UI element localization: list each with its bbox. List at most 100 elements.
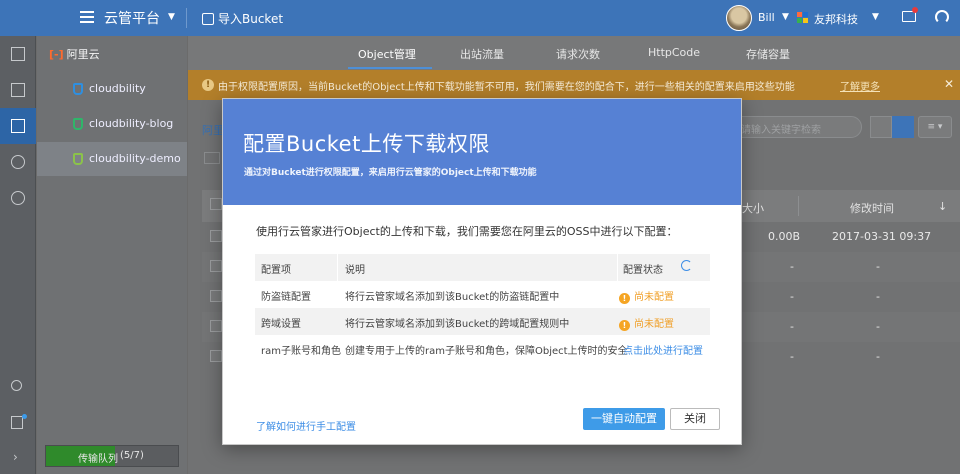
dialog-intro: 使用行云管家进行Object的上传和下载，我们需要您在阿里云的OSS中进行以下配… [256,225,678,238]
search-icon[interactable] [11,380,22,391]
aliyun-icon: [-] [49,48,64,61]
import-bucket-button[interactable]: 导入Bucket [202,10,283,27]
bucket-name: cloudbility-blog [89,117,174,130]
list-view-button[interactable] [892,116,914,138]
config-item-name: 跨域设置 [261,319,301,330]
warning-banner: ! 由于权限配置原因，当前Bucket的Object上传和下载功能暂不可用，我们… [188,70,960,100]
tab-object[interactable]: Object管理 [358,46,416,62]
icon-rail: › [0,36,36,474]
tab-requests[interactable]: 请求次数 [556,46,600,62]
config-status: ! 尚未配置 [619,288,674,304]
globe-icon [11,155,25,169]
row-checkbox[interactable] [210,260,222,272]
row-checkbox[interactable] [210,290,222,302]
cell-size: 0.00B [768,230,801,243]
sort-arrow-icon[interactable]: ↓ [938,200,947,213]
cell-modified: - [876,320,880,333]
rail-item-storage[interactable] [0,72,36,108]
new-folder-icon[interactable] [204,152,220,164]
chevron-down-icon[interactable]: ▼ [872,12,879,22]
cell-size: - [790,320,794,333]
config-item-desc: 创建专用于上传的ram子账号和角色，保障Object上传时的安全 [345,346,628,357]
cell-modified: - [876,290,880,303]
notification-badge [912,7,918,13]
provider-header[interactable]: [-] 阿里云 [49,46,100,62]
column-header-size[interactable]: 大小 [742,200,764,216]
dollar-icon [11,191,25,205]
queue-label: 传输队列 [78,454,118,465]
row-checkbox[interactable] [210,320,222,332]
notification-dot [22,414,27,419]
bucket-icon [73,153,83,165]
configure-ram-link[interactable]: 点击此处进行配置 [623,342,703,357]
bucket-name: cloudbility-demo [89,152,181,165]
config-item-desc: 将行云管家域名添加到该Bucket的跨域配置规则中 [345,319,570,330]
cell-modified: 2017-03-31 09:37 [832,230,932,243]
chevron-down-icon[interactable]: ▼ [168,12,175,22]
task-icon[interactable] [11,416,23,429]
rail-item-network[interactable] [0,144,36,180]
column-header-modified[interactable]: 修改时间 [850,200,894,216]
divider [186,8,187,28]
manual-config-link[interactable]: 了解如何进行手工配置 [256,418,356,433]
sort-button[interactable]: ≡ ▾ [918,116,952,138]
grid-view-button[interactable] [870,116,892,138]
cell-size: - [790,260,794,273]
close-icon[interactable]: ✕ [944,77,954,91]
tab-httpcode[interactable]: HttpCode [648,46,700,59]
column-separator [617,254,618,281]
menu-icon[interactable] [80,11,94,23]
config-row: ram子账号和角色 创建专用于上传的ram子账号和角色，保障Object上传时的… [255,335,710,362]
config-table-header: 配置项 说明 配置状态 [255,254,710,281]
cell-modified: - [876,260,880,273]
import-icon [202,13,214,25]
close-button[interactable]: 关闭 [670,408,720,430]
config-item-desc: 将行云管家域名添加到该Bucket的防盗链配置中 [345,292,560,303]
bucket-name: cloudbility [89,82,146,95]
rail-item-oss[interactable] [0,108,36,144]
warning-text: 由于权限配置原因，当前Bucket的Object上传和下载功能暂不可用，我们需要… [218,82,795,93]
bucket-item[interactable]: cloudbility-blog [37,107,187,141]
bucket-item-active[interactable]: cloudbility-demo [37,142,187,176]
breadcrumb[interactable]: 阿里 [202,122,224,138]
avatar[interactable] [726,5,752,31]
chevron-right-icon[interactable]: › [13,450,18,464]
app-title[interactable]: 云管平台 [104,8,160,28]
search-placeholder: 请输入关键字检索 [741,125,821,136]
dialog-header: 配置Bucket上传下载权限 通过对Bucket进行权限配置，来启用行云管家的O… [223,99,741,205]
tab-storage[interactable]: 存储容量 [746,46,790,62]
select-all-checkbox[interactable] [210,198,222,210]
tab-indicator [348,67,432,69]
tab-bar: Object管理 出站流量 请求次数 HttpCode 存储容量 [188,36,960,70]
rail-item-billing[interactable] [0,180,36,216]
config-status-text: 尚未配置 [634,319,674,330]
search-input[interactable]: 请输入关键字检索 [728,116,862,138]
row-checkbox[interactable] [210,230,222,242]
bucket-item[interactable]: cloudbility [37,72,187,106]
learn-more-link[interactable]: 了解更多 [840,78,880,93]
column-header-item: 配置项 [261,265,291,276]
org-name[interactable]: 友邦科技 [814,11,858,27]
config-row: 跨域设置 将行云管家域名添加到该Bucket的跨域配置规则中 ! 尚未配置 [255,308,710,335]
user-name[interactable]: Bill [758,11,775,24]
headset-icon[interactable] [935,10,949,24]
row-checkbox[interactable] [210,350,222,362]
top-bar: 云管平台 ▼ 导入Bucket Bill ▼ 友邦科技 ▼ [0,0,960,36]
tab-outbound[interactable]: 出站流量 [460,46,504,62]
cell-size: - [790,290,794,303]
auto-config-button[interactable]: 一键自动配置 [583,408,665,430]
bucket-icon [73,118,83,130]
cell-size: - [790,350,794,363]
warning-icon: ! [619,320,630,331]
config-item-name: 防盗链配置 [261,292,311,303]
chevron-down-icon[interactable]: ▼ [782,12,789,22]
dialog-title: 配置Bucket上传下载权限 [243,132,490,156]
bucket-panel: [-] 阿里云 cloudbility cloudbility-blog clou… [37,36,187,474]
org-icon [797,12,809,24]
rail-item-layers[interactable] [0,36,36,72]
transfer-queue[interactable]: 传输队列 (5/7) [45,445,179,467]
config-status-text: 尚未配置 [634,292,674,303]
config-status: ! 尚未配置 [619,315,674,331]
layers-icon [11,47,25,61]
refresh-icon[interactable] [681,260,692,271]
